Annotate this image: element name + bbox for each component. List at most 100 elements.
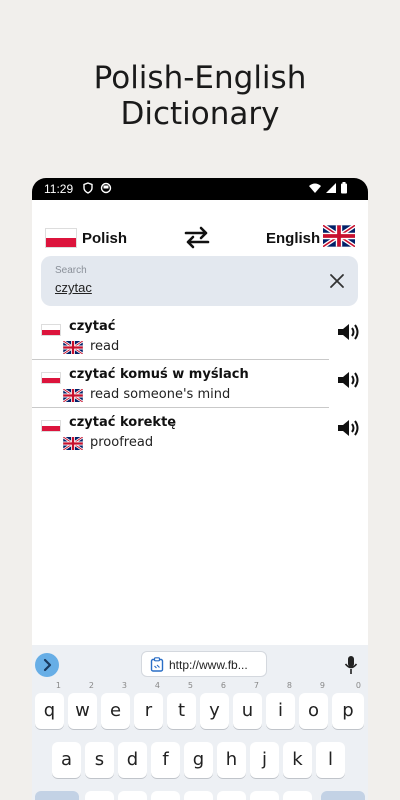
poland-flag-icon — [45, 228, 77, 248]
key-v[interactable]: v — [184, 791, 213, 800]
key-m[interactable]: m — [283, 791, 312, 800]
result-source-word: czytać — [69, 319, 116, 334]
poland-flag-icon — [41, 324, 61, 336]
result-translation: read someone's mind — [90, 387, 231, 402]
app-notification-icon — [100, 182, 112, 194]
on-screen-keyboard: http://www.fb... 1q 2w 3e 4r 5t 6y 7u 8i… — [32, 645, 368, 800]
key-label: s — [94, 749, 105, 770]
key-y[interactable]: 6y — [200, 682, 229, 729]
key-z[interactable]: z — [85, 791, 114, 800]
keyboard-toolbar: http://www.fb... — [32, 645, 368, 685]
key-k[interactable]: k — [283, 742, 312, 778]
key-label: w — [75, 700, 90, 721]
chevron-right-icon[interactable] — [35, 653, 59, 677]
key-c[interactable]: c — [151, 791, 180, 800]
key-hint: 6 — [220, 681, 226, 690]
status-bar: 11:29 — [32, 178, 368, 200]
key-label: l — [327, 749, 333, 770]
wifi-icon — [309, 183, 321, 193]
key-label: y — [209, 700, 220, 721]
key-g[interactable]: g — [184, 742, 213, 778]
key-w[interactable]: 2w — [68, 682, 97, 729]
key-d[interactable]: d — [118, 742, 147, 778]
key-label: k — [292, 749, 303, 770]
result-row[interactable]: czytać korektę proofread — [32, 408, 329, 456]
clipboard-icon — [150, 657, 164, 672]
key-label: d — [126, 749, 139, 770]
key-l[interactable]: l — [316, 742, 345, 778]
shield-icon — [83, 182, 93, 194]
speaker-icon[interactable] — [336, 321, 360, 343]
key-a[interactable]: a — [52, 742, 81, 778]
swap-languages-icon[interactable] — [182, 224, 212, 250]
phone-frame: 11:29 Polish English Search czytac czyta… — [32, 178, 368, 800]
key-i[interactable]: 8i — [266, 682, 295, 729]
promo-line-2: Dictionary — [120, 96, 280, 132]
results-list: czytać read czytać komuś w myślach read … — [32, 312, 368, 456]
key-t[interactable]: 5t — [167, 682, 196, 729]
promo-title: Polish-English Dictionary — [0, 60, 400, 132]
uk-flag-icon — [63, 341, 83, 354]
result-source-word: czytać korektę — [69, 415, 177, 430]
key-hint: 2 — [88, 681, 94, 690]
key-label: e — [109, 700, 122, 721]
shift-key[interactable] — [35, 791, 79, 800]
key-hint: 4 — [154, 681, 160, 690]
poland-flag-icon — [41, 372, 61, 384]
key-label: t — [177, 700, 186, 721]
search-input[interactable]: czytac — [55, 280, 92, 295]
clipboard-suggestion-chip[interactable]: http://www.fb... — [141, 651, 267, 677]
key-b[interactable]: b — [217, 791, 246, 800]
key-p[interactable]: 0p — [332, 682, 364, 729]
status-time: 11:29 — [44, 182, 74, 196]
key-q[interactable]: 1q — [35, 682, 64, 729]
source-language-button[interactable]: Polish — [82, 230, 127, 247]
key-o[interactable]: 9o — [299, 682, 328, 729]
key-label: u — [241, 700, 254, 721]
app-screen: Polish English Search czytac czytać read… — [32, 200, 368, 800]
key-s[interactable]: s — [85, 742, 114, 778]
key-j[interactable]: j — [250, 742, 279, 778]
language-bar: Polish English — [32, 200, 368, 256]
key-h[interactable]: h — [217, 742, 246, 778]
key-label: j — [261, 749, 267, 770]
key-hint: 3 — [121, 681, 127, 690]
search-placeholder: Search — [55, 265, 87, 276]
result-row[interactable]: czytać komuś w myślach read someone's mi… — [32, 360, 329, 408]
battery-icon — [341, 182, 347, 194]
signal-icon — [326, 183, 336, 193]
key-e[interactable]: 3e — [101, 682, 130, 729]
target-language-button[interactable]: English — [266, 230, 320, 247]
speaker-icon[interactable] — [336, 417, 360, 439]
key-hint: 0 — [355, 681, 361, 690]
key-label: g — [192, 749, 205, 770]
key-label: h — [225, 749, 238, 770]
key-label: a — [60, 749, 73, 770]
result-source-word: czytać komuś w myślach — [69, 367, 249, 382]
backspace-key[interactable] — [321, 791, 365, 800]
clipboard-suggestion-text: http://www.fb... — [169, 658, 248, 672]
microphone-icon[interactable] — [344, 655, 358, 675]
key-f[interactable]: f — [151, 742, 180, 778]
key-hint: 5 — [187, 681, 193, 690]
key-label: p — [342, 700, 354, 721]
key-u[interactable]: 7u — [233, 682, 262, 729]
result-row[interactable]: czytać read — [32, 312, 329, 360]
key-label: r — [144, 700, 153, 721]
key-hint: 8 — [286, 681, 292, 690]
key-label: i — [277, 700, 283, 721]
key-n[interactable]: n — [250, 791, 279, 800]
key-r[interactable]: 4r — [134, 682, 163, 729]
key-x[interactable]: x — [118, 791, 147, 800]
key-hint: 7 — [253, 681, 259, 690]
result-translation: read — [90, 339, 120, 354]
uk-flag-icon — [63, 389, 83, 402]
key-label: f — [162, 749, 169, 770]
close-icon[interactable] — [328, 272, 346, 290]
key-label: o — [307, 700, 319, 721]
promo-line-1: Polish-English — [93, 60, 307, 96]
uk-flag-icon — [323, 225, 355, 247]
speaker-icon[interactable] — [336, 369, 360, 391]
key-label: q — [43, 700, 56, 721]
search-box[interactable]: Search czytac — [41, 256, 358, 306]
